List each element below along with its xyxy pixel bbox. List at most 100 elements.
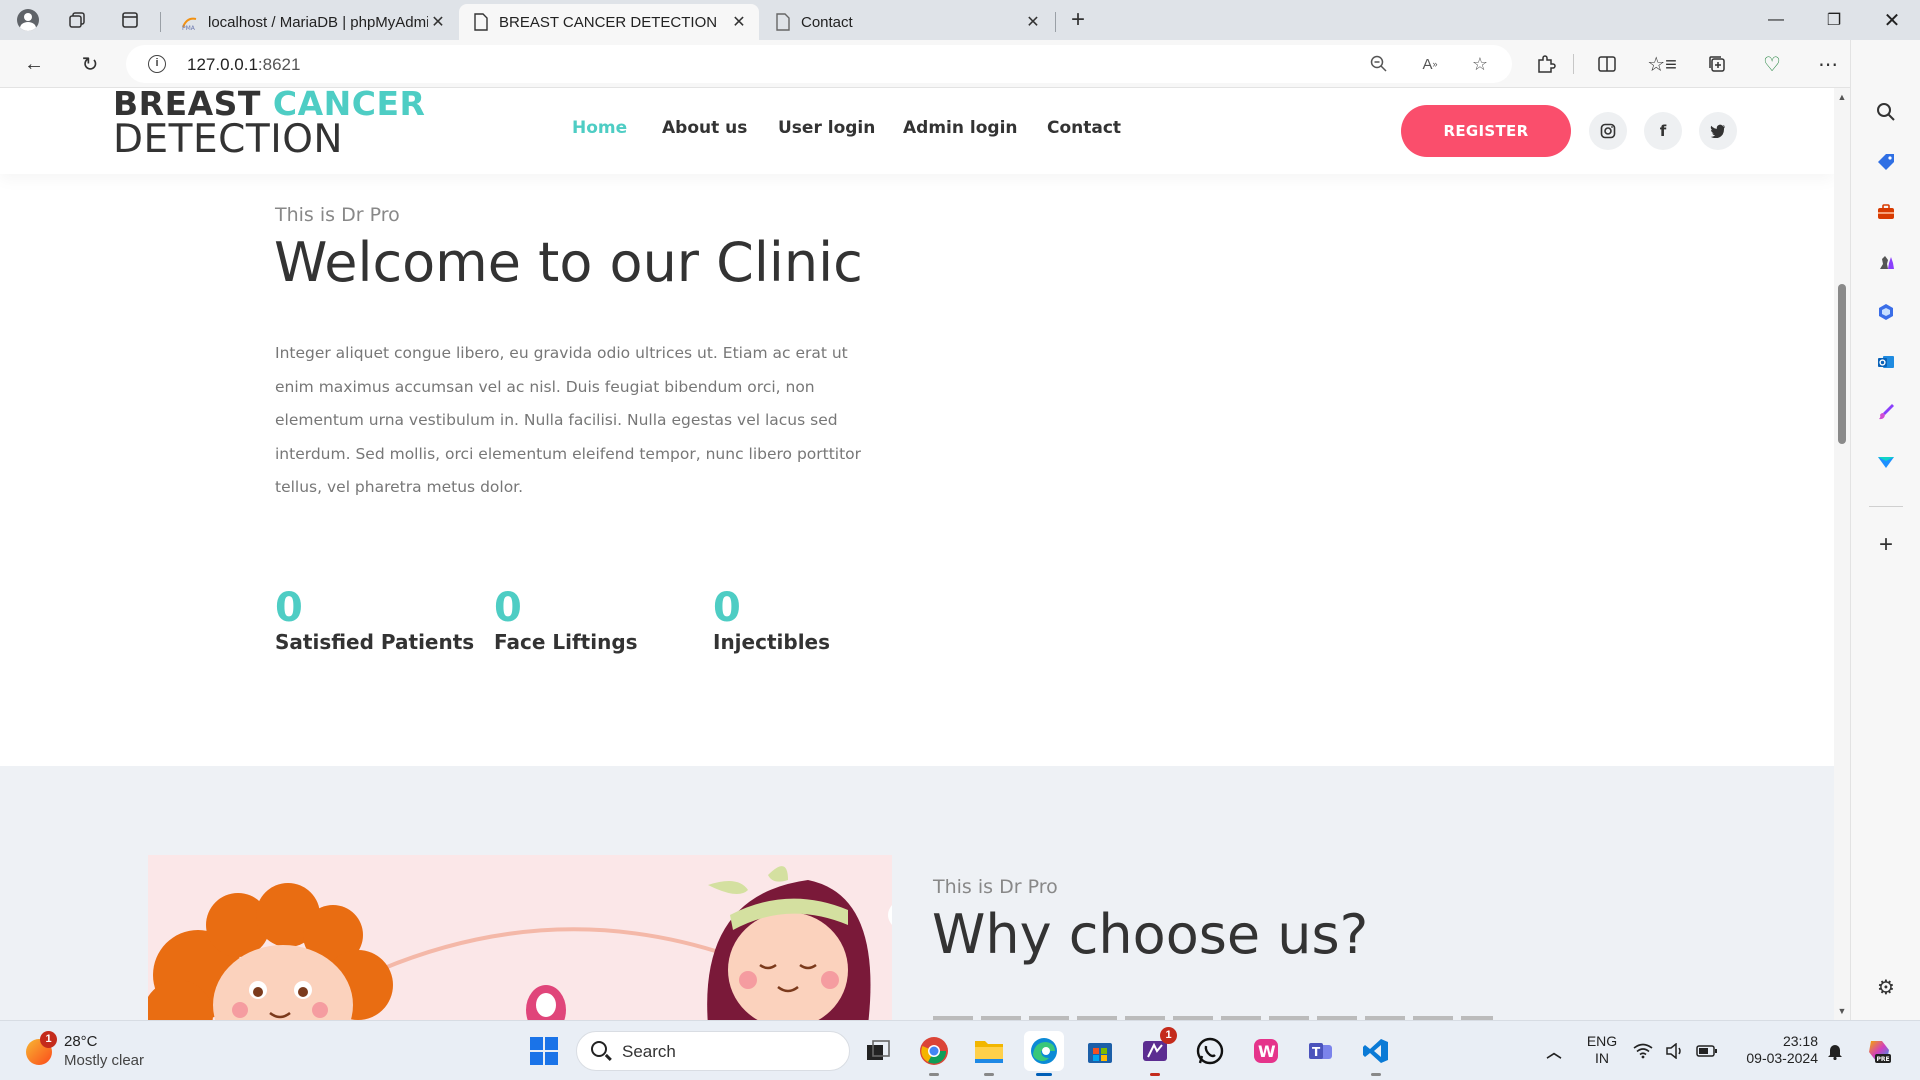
task-view-button[interactable] (858, 1031, 898, 1071)
split-screen-button[interactable] (1591, 48, 1623, 80)
sidebar-search-icon[interactable] (1871, 97, 1901, 127)
back-button[interactable]: ← (18, 48, 50, 80)
stat-face-liftings: 0 Face Liftings (494, 588, 638, 654)
taskbar-search[interactable]: Search (576, 1031, 850, 1071)
edge-app[interactable] (1024, 1031, 1064, 1076)
microsoft-store-app[interactable] (1080, 1031, 1120, 1071)
microsoft-365-icon[interactable] (1871, 297, 1901, 327)
running-indicator (1036, 1073, 1052, 1076)
start-button[interactable] (524, 1031, 564, 1071)
register-button[interactable]: REGISTER (1401, 105, 1571, 157)
tab-contact[interactable]: Contact ✕ (761, 4, 1053, 40)
vscode-app[interactable] (1356, 1031, 1396, 1076)
profile-button[interactable] (12, 6, 44, 34)
close-icon: ✕ (1883, 9, 1901, 32)
instagram-icon[interactable] (1589, 112, 1627, 150)
svg-text:PMA: PMA (182, 25, 196, 31)
new-tab-button[interactable]: + (1062, 6, 1094, 34)
zoom-out-icon[interactable] (1364, 49, 1394, 79)
tab-breast-cancer-detection[interactable]: BREAST CANCER DETECTION ✕ (459, 4, 759, 40)
folder-icon (975, 1041, 1003, 1063)
running-indicator (984, 1073, 994, 1076)
puzzle-icon (1538, 55, 1556, 73)
clock[interactable]: 23:18 09-03-2024 (1728, 1033, 1818, 1067)
restore-button[interactable]: ❐ (1806, 0, 1862, 40)
nav-about-us[interactable]: About us (662, 118, 747, 138)
nav-user-login[interactable]: User login (778, 118, 875, 138)
tools-briefcase-icon[interactable] (1871, 197, 1901, 227)
teams-icon: T (1309, 1043, 1332, 1059)
windows-logo-icon (530, 1037, 558, 1065)
hero-subtitle: This is Dr Pro (275, 204, 400, 226)
close-window-button[interactable]: ✕ (1864, 0, 1920, 40)
nav-admin-login[interactable]: Admin login (903, 118, 1018, 138)
shopping-tag-icon[interactable] (1871, 147, 1901, 177)
scroll-down-icon[interactable]: ▼ (1837, 1006, 1847, 1016)
stat-value: 0 (275, 585, 303, 631)
sidebar-settings-gear-icon[interactable]: ⚙ (1871, 972, 1901, 1002)
battery-icon[interactable] (1692, 1031, 1722, 1071)
weather-widget[interactable]: 1 28°C Mostly clear (22, 1031, 202, 1073)
site-logo[interactable]: BREAST CANCER DETECTION (113, 88, 425, 159)
web-page: BREAST CANCER DETECTION Home About us Us… (0, 88, 1850, 1020)
language-indicator[interactable]: ENG IN (1582, 1033, 1622, 1067)
outlook-icon[interactable] (1871, 347, 1901, 377)
notification-badge: 1 (1160, 1027, 1177, 1044)
read-aloud-icon[interactable]: A» (1415, 49, 1445, 79)
tab-title: Contact (801, 13, 853, 31)
site-info-icon[interactable]: i (148, 55, 166, 73)
show-hidden-icons-button[interactable]: ︿ (1534, 1031, 1574, 1071)
workspaces-button[interactable] (61, 6, 93, 34)
teams-app[interactable]: T (1301, 1031, 1341, 1071)
notifications-bell-icon[interactable] (1820, 1031, 1850, 1071)
vscode-icon (1363, 1039, 1388, 1063)
whatsapp-app[interactable] (1190, 1031, 1230, 1071)
search-icon (591, 1041, 607, 1057)
address-bar[interactable]: i 127.0.0.1:8621 A» ☆ (126, 45, 1512, 83)
drop-send-icon[interactable] (1871, 447, 1901, 477)
close-icon[interactable]: ✕ (729, 12, 749, 32)
w-app-icon: W (1254, 1039, 1278, 1063)
twitter-icon[interactable] (1699, 112, 1737, 150)
visual-studio-app[interactable]: 1 (1135, 1027, 1177, 1076)
wampserver-app[interactable]: W (1246, 1031, 1286, 1071)
add-sidebar-app-icon[interactable]: + (1871, 530, 1901, 560)
chrome-app[interactable] (914, 1031, 954, 1076)
extensions-button[interactable] (1530, 48, 1562, 80)
minimize-button[interactable]: — (1748, 0, 1804, 40)
file-explorer-app[interactable] (969, 1031, 1009, 1076)
collections-button[interactable] (1701, 48, 1733, 80)
volume-icon[interactable] (1660, 1031, 1690, 1071)
why-subtitle: This is Dr Pro (933, 876, 1058, 898)
copilot-preview-icon[interactable]: PRE (1858, 1031, 1900, 1071)
games-chess-icon[interactable] (1871, 247, 1901, 277)
windows-taskbar: 1 28°C Mostly clear Search 1 W T ︿ ENG I… (0, 1020, 1920, 1080)
restore-icon: ❐ (1826, 12, 1842, 29)
designer-brush-icon[interactable] (1871, 397, 1901, 427)
scroll-up-icon[interactable]: ▲ (1837, 92, 1847, 102)
weather-temp: 28°C (64, 1033, 98, 1050)
refresh-button[interactable]: ↻ (74, 48, 106, 80)
page-scrollbar[interactable]: ▲ ▼ (1834, 88, 1850, 1020)
tab-phpmyadmin[interactable]: PMA localhost / MariaDB | phpMyAdmin ✕ (168, 4, 458, 40)
browser-essentials-button[interactable]: ♡ (1756, 48, 1788, 80)
close-icon[interactable]: ✕ (1023, 12, 1043, 32)
stat-label: Injectibles (713, 630, 831, 654)
favorites-button[interactable]: ☆≡ (1646, 48, 1678, 80)
settings-more-button[interactable]: ⋯ (1812, 48, 1844, 80)
close-icon[interactable]: ✕ (428, 12, 448, 32)
wifi-icon[interactable] (1628, 1031, 1658, 1071)
url-text[interactable]: 127.0.0.1:8621 (187, 55, 300, 75)
weather-badge: 1 (40, 1031, 57, 1048)
svg-text:T: T (1312, 1045, 1321, 1059)
stat-value: 0 (494, 585, 522, 631)
phpmyadmin-icon: PMA (182, 17, 197, 31)
favorite-star-icon[interactable]: ☆ (1465, 49, 1495, 79)
nav-home[interactable]: Home (572, 118, 627, 138)
workspaces-icon (69, 12, 85, 28)
vertical-tabs-button[interactable] (114, 6, 146, 34)
scroll-thumb[interactable] (1838, 284, 1846, 444)
nav-contact[interactable]: Contact (1047, 118, 1121, 138)
why-title: Why choose us? (932, 903, 1369, 966)
facebook-icon[interactable]: f (1644, 112, 1682, 150)
